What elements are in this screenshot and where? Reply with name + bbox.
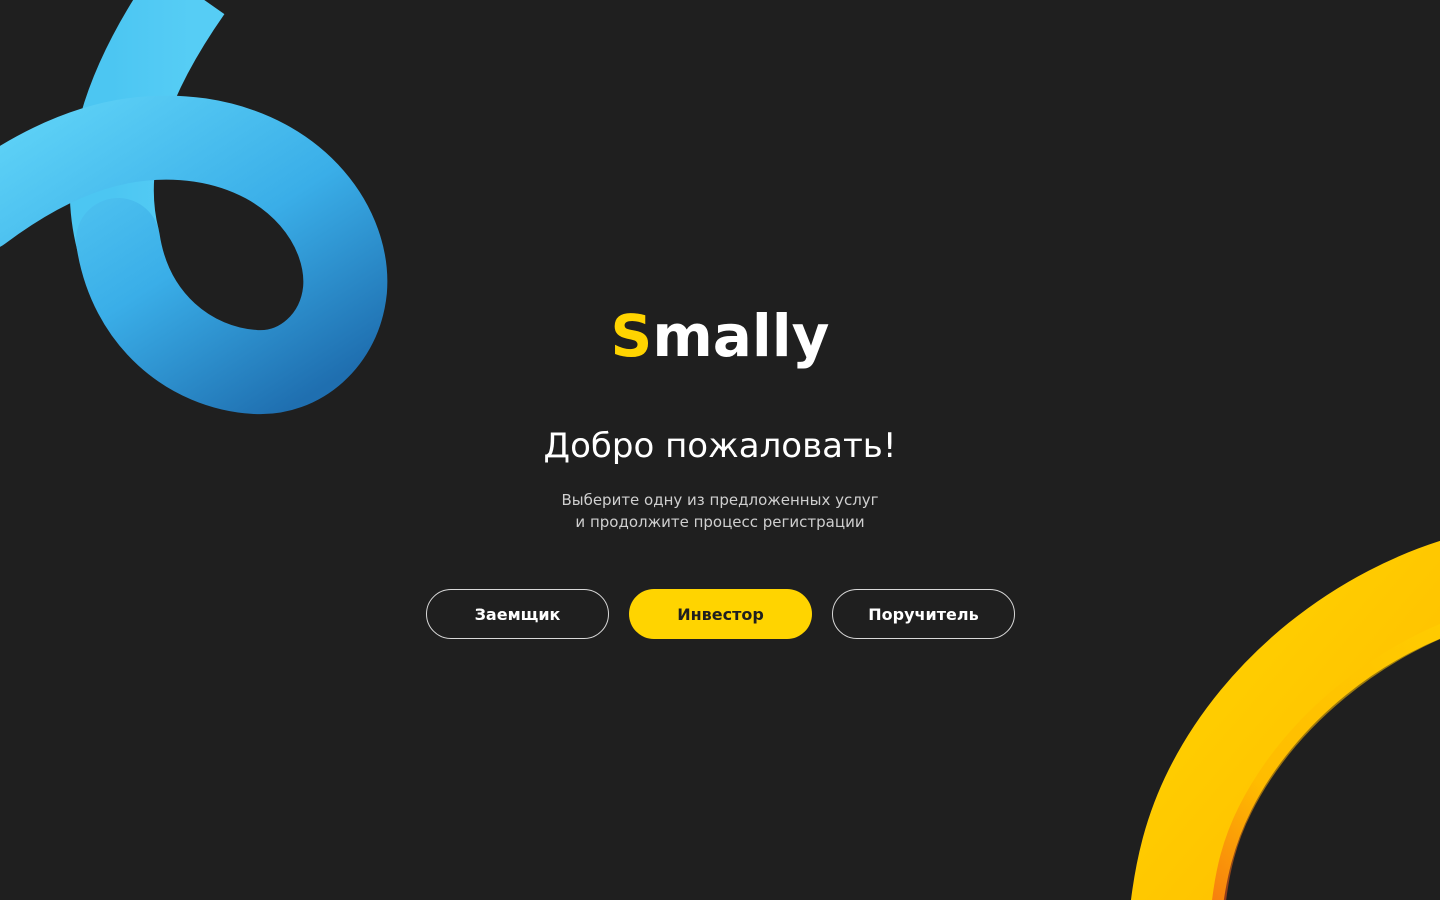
- investor-button[interactable]: Инвестор: [629, 589, 812, 639]
- yellow-ribbon-arc: [1130, 540, 1440, 900]
- yellow-ribbon-shade: [1212, 623, 1440, 900]
- smally-logo: Smally: [0, 296, 1440, 376]
- page-subtitle: Выберите одну из предложенных услуг и пр…: [0, 489, 1440, 533]
- guarantor-button[interactable]: Поручитель: [832, 589, 1015, 639]
- logo-first-letter: S: [610, 302, 653, 370]
- logo-rest: mally: [652, 302, 830, 370]
- role-selector: Заемщик Инвестор Поручитель: [426, 589, 1015, 639]
- borrower-button[interactable]: Заемщик: [426, 589, 609, 639]
- page-title: Добро пожаловать!: [543, 426, 897, 466]
- subtitle-line-2: и продолжите процесс регистрации: [575, 513, 865, 531]
- welcome-screen: Smally Добро пожаловать! Выберите одну и…: [0, 0, 1440, 900]
- subtitle-line-1: Выберите одну из предложенных услуг: [561, 491, 879, 509]
- blue-ribbon-tail: [69, 0, 225, 251]
